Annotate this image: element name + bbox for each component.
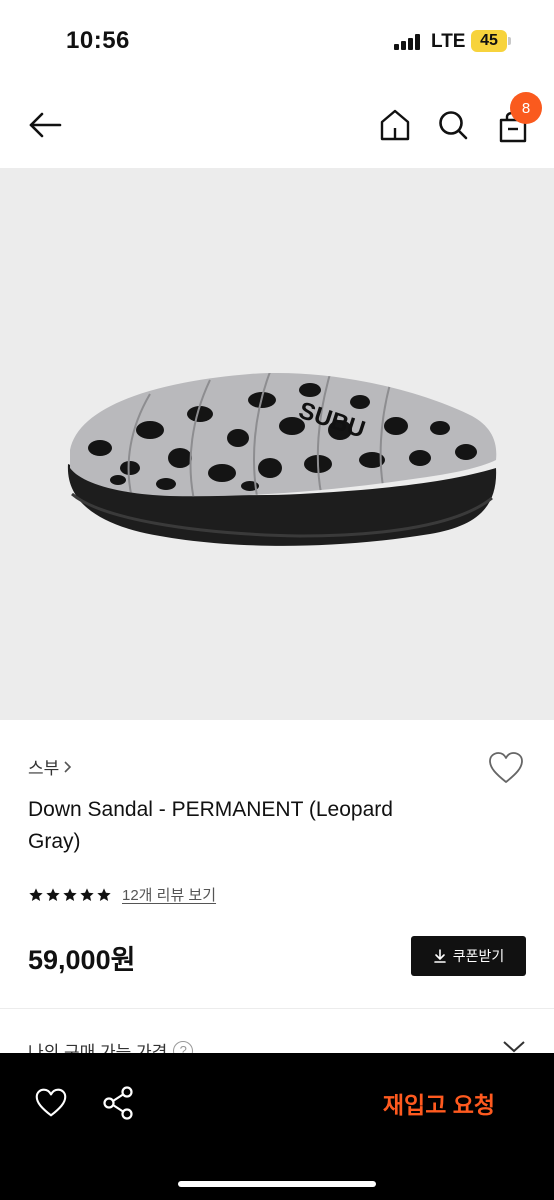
back-button[interactable] xyxy=(24,104,66,146)
battery-icon: 45 xyxy=(471,30,507,52)
star-icon xyxy=(63,887,77,901)
search-button[interactable] xyxy=(432,104,474,146)
top-navigation xyxy=(0,84,554,168)
coupon-button[interactable]: 쿠폰받기 xyxy=(411,936,526,976)
signal-icon xyxy=(394,34,424,50)
coupon-label: 쿠폰받기 xyxy=(452,948,505,964)
brand-link[interactable]: 스부 xyxy=(28,754,73,779)
bottom-action-bar xyxy=(0,1053,554,1200)
review-link[interactable]: 12개 리뷰 보기 xyxy=(122,884,216,905)
share-icon xyxy=(103,1086,133,1120)
star-icon xyxy=(80,887,94,901)
home-icon xyxy=(380,109,410,141)
heart-outline-icon xyxy=(489,752,523,783)
product-name: Down Sandal - PERMANENT (Leopard Gray) xyxy=(28,798,393,853)
product-price: 59,000원 xyxy=(28,945,136,975)
arrow-left-icon xyxy=(29,112,62,138)
rating-row: 12개 리뷰 보기 xyxy=(28,884,216,905)
battery-tip xyxy=(508,37,511,45)
network-label: LTE xyxy=(431,31,466,52)
rating-stars xyxy=(28,887,112,903)
product-photo-sandal: SUBU xyxy=(67,373,497,546)
brand-name: 스부 xyxy=(28,759,60,778)
bottom-wishlist-button[interactable] xyxy=(32,1084,70,1122)
star-icon xyxy=(29,887,43,901)
download-icon xyxy=(433,949,446,963)
restock-request-button[interactable]: 재입고 요청 xyxy=(372,1084,506,1122)
wishlist-button[interactable] xyxy=(486,748,526,788)
star-icon xyxy=(46,887,60,901)
status-time: 10:56 xyxy=(66,27,130,54)
search-icon xyxy=(439,111,468,140)
battery-level: 45 xyxy=(480,32,498,49)
home-indicator xyxy=(178,1181,376,1187)
product-image[interactable]: SUBU xyxy=(0,168,554,720)
heart-outline-icon xyxy=(35,1088,67,1117)
share-button[interactable] xyxy=(100,1084,138,1122)
cart-count-badge: 8 xyxy=(510,92,542,124)
home-button[interactable] xyxy=(374,104,416,146)
section-divider xyxy=(0,1008,554,1009)
chevron-right-icon xyxy=(64,760,72,773)
star-icon xyxy=(97,887,111,901)
chevron-down-icon[interactable] xyxy=(502,1040,526,1054)
status-bar: 10:56 LTE 45 xyxy=(0,0,554,84)
